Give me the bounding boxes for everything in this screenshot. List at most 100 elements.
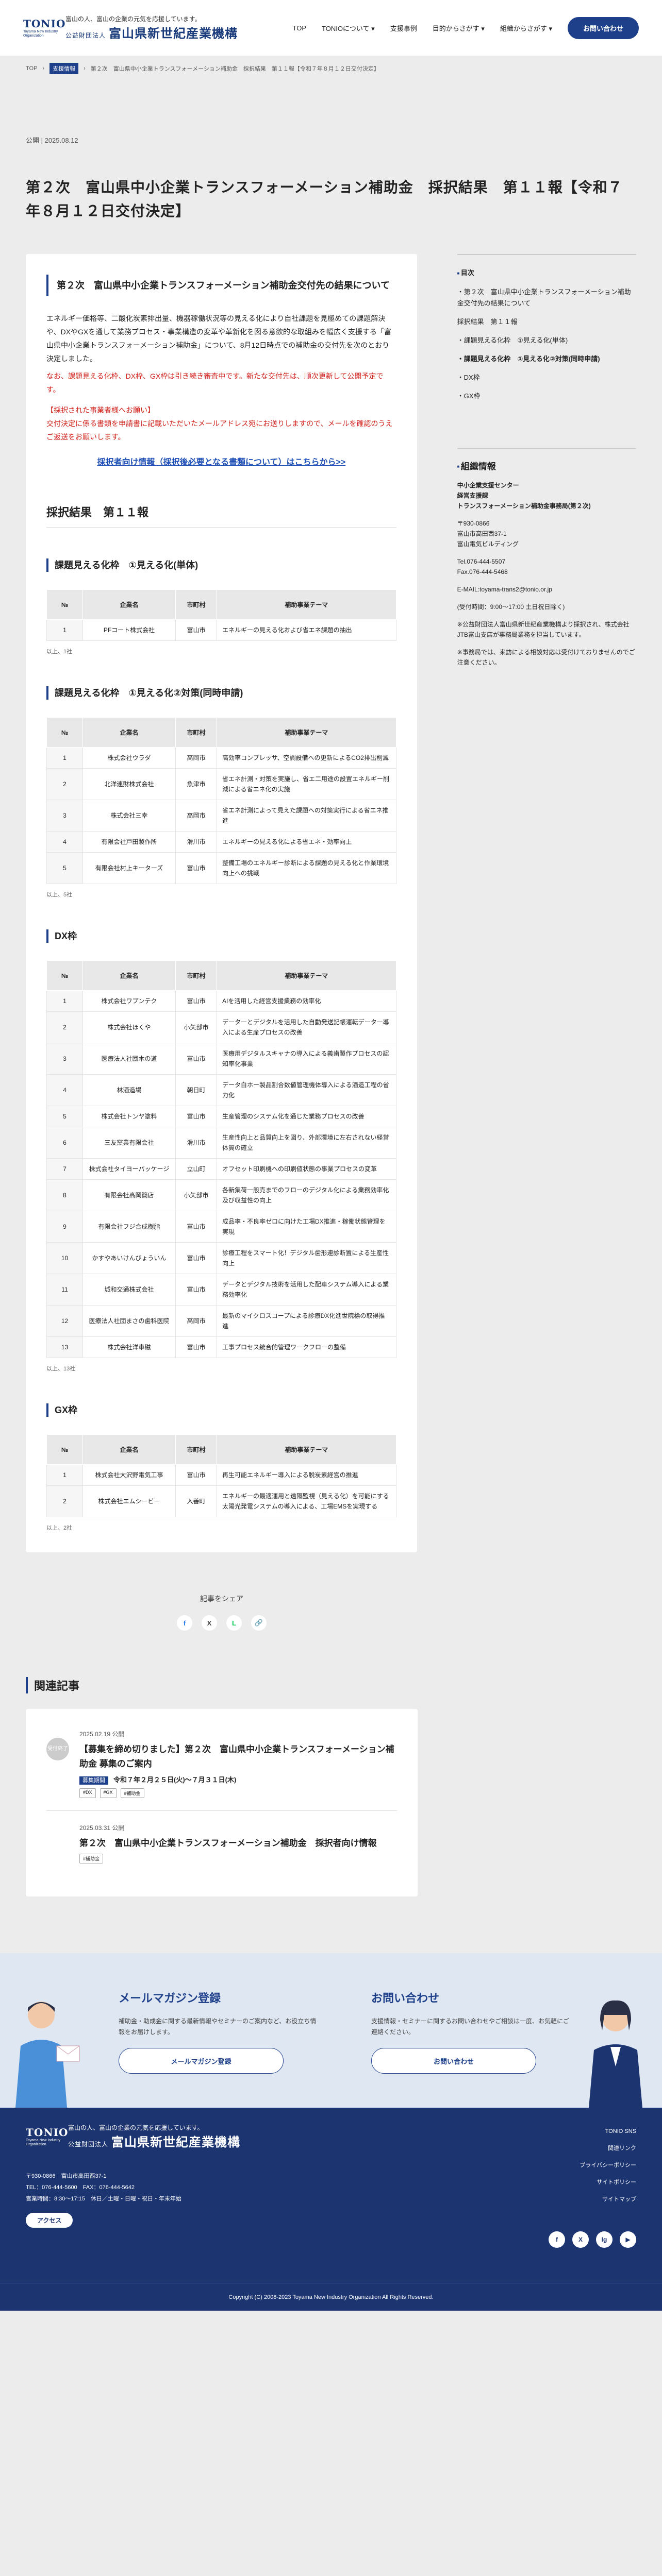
line-icon[interactable]: L xyxy=(226,1615,242,1631)
table-cell: 小矢部市 xyxy=(175,1011,217,1043)
facebook-icon[interactable]: f xyxy=(549,2231,565,2248)
column-header: 企業名 xyxy=(82,1434,176,1465)
footer-link-site-policy[interactable]: サイトポリシー xyxy=(580,2174,636,2191)
table-cell: 1 xyxy=(46,1464,83,1486)
mail-magazine-button[interactable]: メールマガジン登録 xyxy=(119,2048,284,2074)
table-cell: 株式会社ウラダ xyxy=(82,747,176,769)
info-line: Fax.076-444-5468 xyxy=(457,568,508,576)
table-row: 13 株式会社洋車磁 富山市 工事プロセス統合的管理ワークフローの整備 xyxy=(46,1336,396,1358)
table-cell: エネルギーの見える化による省エネ・効率向上 xyxy=(217,831,396,853)
footer-logo-mark-text: TONIO xyxy=(26,2126,69,2139)
footer-logo[interactable]: TONIO Toyama New Industry Organization 富… xyxy=(26,2123,636,2150)
youtube-icon[interactable]: ▶ xyxy=(620,2231,636,2248)
access-button[interactable]: アクセス xyxy=(26,2213,73,2228)
table-cell: AIを活用した経営支援業務の効率化 xyxy=(217,990,396,1012)
toc-item[interactable]: ・課題見える化枠 ①見える化(単体) xyxy=(457,335,636,346)
related-date: 2025.02.19 公開 xyxy=(79,1731,125,1738)
table-cell: 富山市 xyxy=(175,1211,217,1243)
tag[interactable]: #GX xyxy=(100,1788,117,1798)
table-row: 3 医療法人社団木の道 富山市 医療用デジタルスキャナの導入による義歯製作プロセスの認… xyxy=(46,1043,396,1075)
results-heading: 採択結果 第１１報 xyxy=(46,503,396,528)
tag[interactable]: #補助金 xyxy=(120,1788,144,1798)
related-item[interactable]: 2025.03.31 公開 第２次 富山県中小企業トランスフォーメーション補助金… xyxy=(46,1823,397,1876)
info-line xyxy=(457,549,636,556)
content-wrap: 第２次 富山県中小企業トランスフォーメーション補助金交付先の結果について エネル… xyxy=(0,254,662,1552)
header-contact-button[interactable]: お問い合わせ xyxy=(567,17,639,39)
table-count-note: 以上、1社 xyxy=(46,649,73,655)
table-cell: 立山町 xyxy=(175,1158,217,1180)
table-cell: 9 xyxy=(46,1211,83,1243)
nav-organization[interactable]: 組織からさがす ▾ xyxy=(500,23,552,33)
footer-link-related[interactable]: 関連リンク xyxy=(580,2140,636,2157)
instagram-icon[interactable]: Ig xyxy=(596,2231,613,2248)
facebook-icon[interactable]: f xyxy=(177,1615,192,1631)
table-cell: 省エネ計測によって見えた課題への対策実行による省エネ推進 xyxy=(217,800,396,832)
table-cell: 小矢部市 xyxy=(175,1179,217,1211)
site-footer: TONIO Toyama New Industry Organization 富… xyxy=(0,2108,662,2283)
breadcrumb-category[interactable]: 支援情報 xyxy=(49,63,79,74)
contact-button[interactable]: お問い合わせ xyxy=(371,2048,536,2074)
footer-link-sns[interactable]: TONIO SNS xyxy=(580,2123,636,2140)
request-paragraph: 交付決定に係る書類を申請書に記載いただいたメールアドレス宛にお送りしますので、メ… xyxy=(46,419,393,441)
request-heading: 【採択された事業者様へお願い】 xyxy=(46,406,155,414)
related-item[interactable]: 受付終了 2025.02.19 公開 【募集を締め切りました】第２次 富山県中小… xyxy=(46,1730,397,1811)
x-icon[interactable]: X xyxy=(572,2231,589,2248)
table-header-row: № 企業名 市町村 補助事業テーマ xyxy=(46,717,396,748)
nav-purpose[interactable]: 目的からさがす ▾ xyxy=(433,23,485,33)
nav-about[interactable]: TONIOについて ▾ xyxy=(322,23,375,33)
related-date: 2025.03.31 公開 xyxy=(79,1824,125,1832)
table-cell: 3 xyxy=(46,1043,83,1075)
table-row: 10 かすやあいけんびょういん 富山市 診療工程をスマート化！デジタル歯形連診断置によ… xyxy=(46,1242,396,1274)
table-cell: 4 xyxy=(46,831,83,853)
related-title[interactable]: 第２次 富山県中小企業トランスフォーメーション補助金 採択者向け情報 xyxy=(79,1836,377,1851)
toc-item[interactable]: 採択結果 第１１報 xyxy=(457,316,636,328)
breadcrumb-top[interactable]: TOP xyxy=(26,65,37,72)
table-cell: データーとデジタルを活用した自動発送記帳運転データー導入による生産プロセスの改善 xyxy=(217,1011,396,1043)
table-cell: 株式会社トンヤ塗料 xyxy=(82,1106,176,1127)
tag[interactable]: #DX xyxy=(79,1788,96,1798)
table-row: 9 有限会社フジ合成樹脂 富山市 成品率・不良率ゼロに向けた工場DX推進・稼働状態管理… xyxy=(46,1211,396,1243)
lead-heading: 第２次 富山県中小企業トランスフォーメーション補助金交付先の結果について xyxy=(46,275,396,296)
info-lines: 中小企業支援センター 経営支援課 トランスフォーメーション補助金事務局(第２次) 〒9… xyxy=(457,480,636,668)
adopter-info-link[interactable]: 採択者向け情報（採択後必要となる書類について）はこちらから>> xyxy=(46,455,396,467)
column-header: 市町村 xyxy=(175,589,217,620)
footer-tagline: 富山の人、富山の企業の元気を応援しています。 xyxy=(68,2124,204,2131)
results-table: № 企業名 市町村 補助事業テーマ 1 PFコート株式会社 富山市 エネルギーの見える化および… xyxy=(46,589,396,641)
table-cell: 1 xyxy=(46,619,83,641)
footer-link-sitemap[interactable]: サイトマップ xyxy=(580,2191,636,2208)
footer-link-privacy[interactable]: プライバシーポリシー xyxy=(580,2157,636,2174)
nav-top[interactable]: TOP xyxy=(293,24,307,32)
info-line xyxy=(457,577,636,584)
table-cell: 三友窯業有限会社 xyxy=(82,1127,176,1159)
table-count-note: 以上、2社 xyxy=(46,1525,73,1531)
table-cell: 再生可能エネルギー導入による脱炭素経営の推進 xyxy=(217,1464,396,1486)
results-tables: 課題見える化枠 ①見える化(単体) № 企業名 市町村 補助事業テーマ 1 PFコート株式会… xyxy=(46,558,396,1532)
contact-block: お問い合わせ 支援情報・セミナーに関するお問い合わせやご相談は一度、お気軽にご連… xyxy=(371,1953,572,2108)
tag[interactable]: #補助金 xyxy=(79,1854,104,1863)
footer-address: 〒930-0866 富山市高田西37-1 TEL：076-444-5600 FA… xyxy=(26,2171,636,2205)
table-cell: 7 xyxy=(46,1158,83,1180)
table-row: 8 有限会社高岡簡店 小矢部市 各新集荷一般売までのフローのデジタル化による業務効率化… xyxy=(46,1179,396,1211)
x-icon[interactable]: X xyxy=(202,1615,217,1631)
status-badge: 受付終了 xyxy=(46,1738,69,1760)
info-line xyxy=(457,612,636,619)
site-logo[interactable]: TONIO Toyama New Industry Organization 富… xyxy=(23,14,238,41)
toc-item[interactable]: ・GX枠 xyxy=(457,391,636,402)
toc-item[interactable]: ・課題見える化枠 ①見える化②対策(同時申請) xyxy=(457,353,636,365)
toc-item[interactable]: ・第２次 富山県中小企業トランスフォーメーション補助金交付先の結果について xyxy=(457,286,636,309)
table-cell: 北洋連財株式会社 xyxy=(82,768,176,800)
column-header: 補助事業テーマ xyxy=(217,717,396,748)
toc-title: 目次 xyxy=(457,262,636,279)
results-table: № 企業名 市町村 補助事業テーマ 1 株式会社大沢野電気工事 富山市 再生可能エネルギー導入… xyxy=(46,1434,396,1517)
copy-link-icon[interactable]: 🔗 xyxy=(251,1615,267,1631)
table-cell: 有限会社戸田製作所 xyxy=(82,831,176,853)
logo-tagline: 富山の人、富山の企業の元気を応援しています。 xyxy=(65,15,201,23)
table-cell: 2 xyxy=(46,768,83,800)
share-label: 記事をシェア xyxy=(200,1595,243,1603)
table-row: 4 有限会社戸田製作所 滑川市 エネルギーの見える化による省エネ・効率向上 xyxy=(46,831,396,853)
org-name: 富山県新世紀産業機構 xyxy=(109,27,238,41)
toc-item[interactable]: ・DX枠 xyxy=(457,372,636,383)
related-title[interactable]: 【募集を締め切りました】第２次 富山県中小企業トランスフォーメーション補助金 募… xyxy=(79,1742,397,1771)
related-tags: #補助金 xyxy=(79,1854,377,1863)
nav-cases[interactable]: 支援事例 xyxy=(390,23,417,33)
